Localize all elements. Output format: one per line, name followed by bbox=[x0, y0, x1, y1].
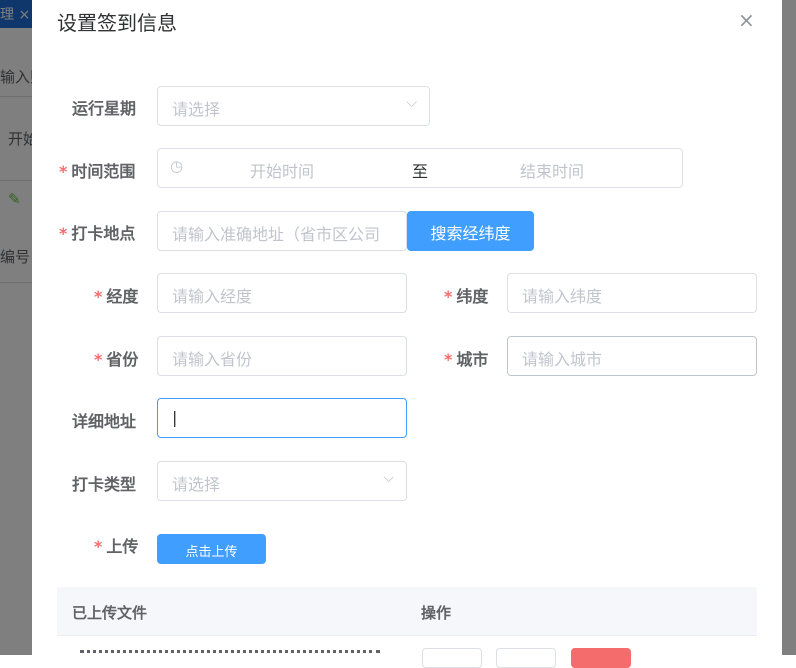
search-coordinates-button[interactable]: 搜索经纬度 bbox=[407, 211, 534, 251]
label-text: 经度 bbox=[106, 287, 139, 306]
required-mark: * bbox=[59, 162, 68, 181]
province-input[interactable]: 请输入省份 bbox=[157, 336, 407, 376]
column-header-actions: 操作 bbox=[421, 604, 452, 622]
required-mark: * bbox=[444, 350, 453, 369]
address-label: 详细地址 bbox=[72, 412, 137, 431]
download-button[interactable] bbox=[496, 648, 556, 668]
location-input[interactable]: 请输入准确地址（省市区公司 bbox=[157, 211, 407, 251]
time-range-picker[interactable]: ◷ 开始时间 至 结束时间 bbox=[157, 148, 683, 188]
latitude-label: * 纬度 bbox=[444, 283, 488, 307]
uploaded-files-table-header: 已上传文件 操作 bbox=[57, 587, 757, 636]
run-week-label: 运行星期 bbox=[72, 99, 137, 118]
close-icon[interactable]: × bbox=[738, 8, 755, 32]
clock-type-label: 打卡类型 bbox=[72, 475, 137, 494]
chevron-down-icon: ⌵ bbox=[383, 470, 394, 486]
label-text: 时间范围 bbox=[71, 162, 136, 181]
start-time-input[interactable]: 开始时间 bbox=[250, 158, 314, 182]
latitude-input[interactable]: 请输入纬度 bbox=[507, 273, 757, 313]
dialog: 设置签到信息 × 运行星期 请选择 ⌵ * 时间范围 ◷ 开始时间 至 结束时间 *… bbox=[32, 0, 782, 668]
address-input[interactable]: | bbox=[157, 398, 407, 438]
city-label: * 城市 bbox=[444, 346, 488, 370]
label-text: 纬度 bbox=[456, 287, 489, 306]
required-mark: * bbox=[59, 224, 68, 243]
end-time-input[interactable]: 结束时间 bbox=[520, 158, 584, 182]
time-range-label: * 时间范围 bbox=[59, 158, 135, 182]
delete-button[interactable] bbox=[571, 648, 631, 668]
required-mark: * bbox=[444, 287, 453, 306]
clock-icon: ◷ bbox=[170, 157, 184, 175]
longitude-label: * 经度 bbox=[94, 283, 138, 307]
label-text: 城市 bbox=[456, 350, 489, 369]
run-week-select[interactable]: 请选择 ⌵ bbox=[157, 86, 430, 126]
province-label: * 省份 bbox=[94, 346, 138, 370]
select-placeholder: 请选择 bbox=[172, 100, 221, 119]
upload-label: * 上传 bbox=[94, 533, 138, 557]
required-mark: * bbox=[94, 537, 103, 556]
city-input[interactable]: 请输入城市 bbox=[507, 336, 757, 376]
dialog-title: 设置签到信息 bbox=[57, 11, 177, 35]
required-mark: * bbox=[94, 287, 103, 306]
column-header-files: 已上传文件 bbox=[72, 604, 148, 622]
label-text: 上传 bbox=[106, 537, 139, 556]
required-mark: * bbox=[94, 350, 103, 369]
preview-button[interactable] bbox=[422, 648, 482, 668]
select-placeholder: 请选择 bbox=[172, 475, 221, 494]
location-label: * 打卡地点 bbox=[59, 220, 135, 244]
file-name-cell bbox=[80, 650, 380, 656]
range-separator: 至 bbox=[412, 162, 429, 181]
label-text: 省份 bbox=[106, 350, 139, 369]
label-text: 打卡地点 bbox=[71, 224, 136, 243]
chevron-down-icon: ⌵ bbox=[406, 95, 417, 111]
longitude-input[interactable]: 请输入经度 bbox=[157, 273, 407, 313]
clock-type-select[interactable]: 请选择 ⌵ bbox=[157, 461, 407, 501]
upload-button[interactable]: 点击上传 bbox=[157, 534, 266, 564]
